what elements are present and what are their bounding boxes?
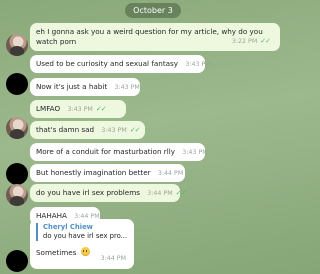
reply-quote[interactable]: Cheryl Chiew do you have irl sex pro... (36, 223, 128, 241)
message-text: that's damn sad (36, 125, 95, 134)
message-bubble[interactable]: More of a conduit for masturbation rlly … (30, 143, 208, 161)
message-time: 3:43 PM (101, 127, 127, 134)
avatar[interactable] (6, 34, 28, 56)
message-text: Sometimes (36, 248, 77, 257)
message-time: 3:44 PM (100, 255, 126, 262)
smile-emoji-icon (80, 247, 90, 256)
message-time: 3:22 PM (231, 38, 258, 45)
read-receipt-icon: ✓✓ (175, 189, 187, 197)
message-text: Used to be curiosity and sexual fantasy (36, 59, 179, 68)
reply-message-bubble[interactable]: Cheryl Chiew do you have irl sex pro... … (30, 219, 134, 269)
message-bubble[interactable]: eh I gonna ask you a weird question for … (30, 23, 280, 51)
avatar[interactable] (6, 117, 28, 139)
message-meta: 3:43 PM ✓✓ (67, 105, 107, 113)
message-time: 3:43 PM (67, 106, 93, 113)
message-bubble[interactable]: do you have irl sex problems 3:44 PM ✓✓ (30, 184, 186, 202)
message-bubble[interactable]: Now it's just a habit 3:43 PM (30, 78, 140, 96)
message-text: More of a conduit for masturbation rlly (36, 147, 175, 156)
message-meta: 3:44 PM ✓✓ (147, 189, 187, 197)
avatar[interactable] (6, 163, 28, 185)
message-bubble[interactable]: LMFAO 3:43 PM ✓✓ (30, 100, 126, 118)
message-text: eh I gonna ask you a weird question for … (36, 27, 263, 46)
message-bubble[interactable]: that's damn sad 3:43 PM ✓✓ (30, 121, 145, 139)
message-bubble[interactable]: Used to be curiosity and sexual fantasy … (30, 55, 211, 73)
message-text: LMFAO (36, 104, 61, 113)
message-time: 3:44 PM (147, 190, 173, 197)
message-text: Now it's just a habit (36, 82, 108, 91)
avatar[interactable] (6, 73, 28, 95)
quoted-author: Cheryl Chiew (43, 223, 93, 231)
message-text: But honestly imagination better (36, 168, 151, 177)
date-separator: October 3 (125, 3, 181, 18)
read-receipt-icon: ✓✓ (129, 126, 141, 134)
message-time: 3:43 PM (185, 61, 211, 68)
message-meta: 3:43 PM ✓✓ (101, 126, 141, 134)
quoted-message: do you have irl sex pro... (43, 232, 128, 240)
message-bubble[interactable]: But honestly imagination better 3:44 PM (30, 164, 185, 182)
message-text: do you have irl sex problems (36, 188, 140, 197)
message-time: 3:44 PM (157, 170, 184, 177)
message-time: 3:43 PM (114, 84, 140, 91)
avatar[interactable] (6, 184, 28, 206)
read-receipt-icon: ✓✓ (95, 105, 107, 113)
avatar[interactable] (6, 250, 28, 272)
read-receipt-icon: ✓✓ (260, 37, 271, 45)
message-meta: 3:22 PM ✓✓ (231, 36, 271, 47)
message-time: 3:43 PM (182, 149, 208, 156)
